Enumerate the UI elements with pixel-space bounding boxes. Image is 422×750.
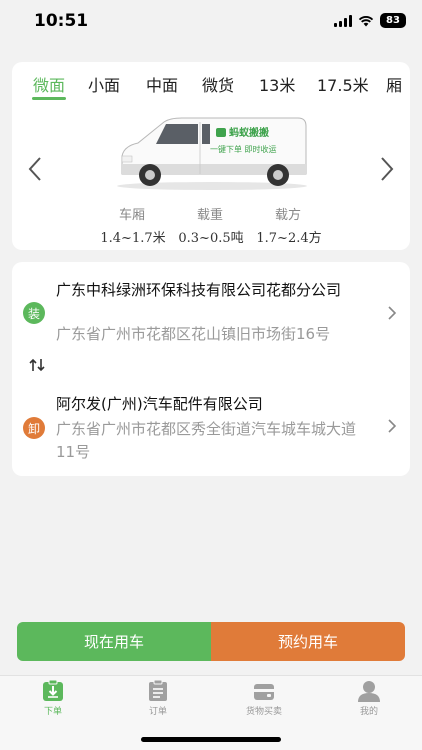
person-icon (358, 681, 380, 702)
battery-icon: 83 (380, 13, 406, 28)
home-indicator (141, 737, 281, 742)
chevron-right-icon[interactable] (386, 418, 398, 434)
tabbar-label-profile: 我的 (359, 707, 378, 717)
unload-address[interactable]: 广东省广州市花都区秀全街道汽车城车城大道11号 (56, 418, 372, 464)
chevron-left-icon[interactable] (24, 154, 46, 184)
vehicle-type-tabs: 微面 小面 中面 微货 13米 17.5米 厢 (12, 62, 410, 106)
tabbar-label-goods-trade: 货物买卖 (245, 707, 282, 717)
tabbar-item-goods-trade[interactable]: 货物买卖 (229, 680, 299, 717)
route-card: 装 广东中科绿洲环保科技有限公司花都分公司 广东省广州市花都区花山镇旧市场街16… (12, 262, 410, 476)
unload-badge: 卸 (23, 417, 45, 439)
tabbar-label-order: 下单 (43, 707, 62, 717)
order-download-icon (43, 680, 63, 701)
tabbar-item-orders[interactable]: 订单 (123, 680, 193, 717)
spec-label-volume: 载方 (274, 208, 301, 223)
tab-micro-truck[interactable]: 微货 (202, 72, 234, 96)
wallet-icon (254, 684, 274, 700)
status-icons: 83 (334, 13, 406, 28)
tab-medium-van[interactable]: 中面 (146, 72, 178, 96)
spec-label-load: 载重 (196, 208, 223, 223)
book-now-button[interactable]: 现在用车 (17, 622, 211, 661)
load-address[interactable]: 广东省广州市花都区花山镇旧市场街16号 (56, 323, 372, 346)
active-tab-indicator (32, 97, 66, 100)
chevron-right-icon[interactable] (376, 154, 398, 184)
spec-label-cargo: 车厢 (118, 208, 145, 223)
clipboard-icon (149, 680, 167, 701)
tab-17-5m[interactable]: 17.5米 (317, 72, 369, 96)
status-bar: 10:51 83 (0, 0, 422, 44)
chevron-right-icon[interactable] (386, 305, 398, 321)
tabbar-item-profile[interactable]: 我的 (334, 680, 404, 717)
wifi-icon (358, 15, 374, 26)
status-time: 10:51 (34, 11, 89, 31)
van-image: 蚂蚁搬搬 一键下单 即时收运 (117, 117, 307, 190)
load-badge: 装 (23, 302, 45, 324)
swap-arrows-icon[interactable] (28, 358, 46, 372)
spec-value-volume: 1.7~2.4方 (256, 231, 322, 246)
tab-micro-van[interactable]: 微面 (33, 72, 65, 96)
tab-13m[interactable]: 13米 (259, 72, 295, 96)
tabbar-item-order[interactable]: 下单 (18, 680, 88, 717)
tab-small-van[interactable]: 小面 (88, 72, 120, 96)
schedule-booking-button[interactable]: 预约用车 (211, 622, 405, 661)
signal-icon (334, 14, 352, 27)
spec-value-load: 0.3~0.5吨 (178, 231, 244, 246)
tab-box-truck[interactable]: 厢 (386, 72, 402, 96)
load-company-name[interactable]: 广东中科绿洲环保科技有限公司花都分公司 (56, 278, 372, 302)
spec-value-cargo: 1.4~1.7米 (100, 231, 166, 246)
vehicle-selector-card: 微面 小面 中面 微货 13米 17.5米 厢 蚂蚁搬搬 一键下单 即时收运 车… (12, 62, 410, 250)
tabbar-label-orders: 订单 (148, 707, 167, 717)
van-brand-text: 蚂蚁搬搬 (229, 126, 269, 139)
unload-company-name[interactable]: 阿尔发(广州)汽车配件有限公司 (56, 392, 372, 416)
van-slogan-text: 一键下单 即时收运 (210, 144, 277, 154)
